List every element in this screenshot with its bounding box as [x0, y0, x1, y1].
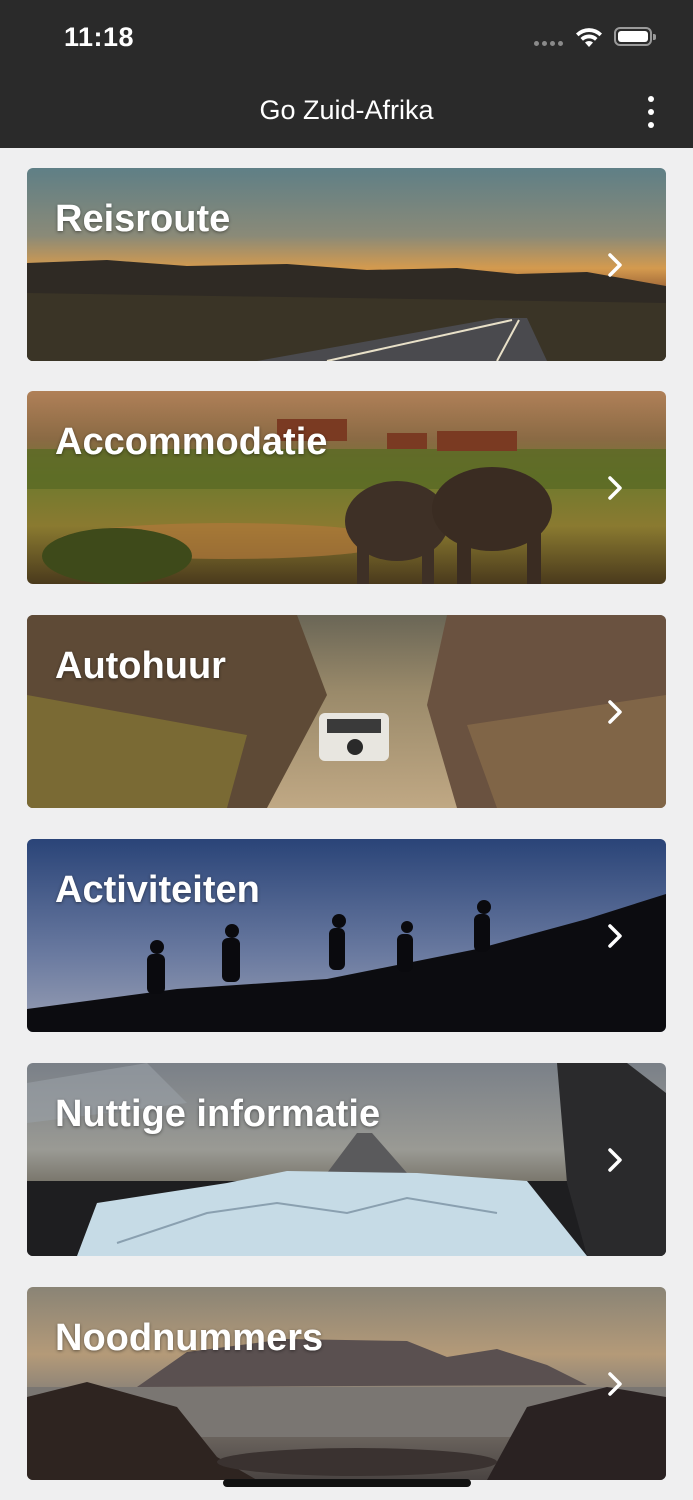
navigation-bar: Go Zuid-Afrika — [0, 80, 693, 148]
home-indicator[interactable] — [223, 1479, 471, 1487]
accommodatie-background-image — [27, 391, 666, 584]
menu-card-label: Nuttige informatie — [55, 1093, 381, 1135]
nuttige-informatie-background-image — [27, 1063, 666, 1256]
cellular-signal-icon — [534, 41, 563, 46]
autohuur-background-image — [27, 615, 666, 808]
chevron-right-icon — [608, 476, 622, 500]
noodnummers-background-image — [27, 1287, 666, 1480]
chevron-right-icon — [608, 253, 622, 277]
status-time: 11:18 — [64, 22, 135, 52]
page-title: Go Zuid-Afrika — [259, 95, 434, 125]
status-bar: 11:18 — [0, 0, 693, 80]
menu-card-label: Reisroute — [55, 198, 231, 240]
menu-card-noodnummers[interactable]: Noodnummers — [27, 1287, 666, 1480]
menu-card-label: Noodnummers — [55, 1317, 324, 1359]
menu-card-autohuur[interactable]: Autohuur — [27, 615, 666, 808]
menu-card-accommodatie[interactable]: Accommodatie — [27, 391, 666, 584]
menu-card-label: Accommodatie — [55, 421, 328, 463]
menu-card-activiteiten[interactable]: Activiteiten — [27, 839, 666, 1032]
chevron-right-icon — [608, 924, 622, 948]
battery-icon — [614, 27, 656, 46]
menu-card-label: Autohuur — [55, 645, 226, 687]
menu-card-label: Activiteiten — [55, 869, 260, 911]
menu-card-nuttige-informatie[interactable]: Nuttige informatie — [27, 1063, 666, 1256]
activiteiten-background-image — [27, 839, 666, 1032]
more-vertical-icon[interactable] — [640, 96, 662, 128]
chevron-right-icon — [608, 1372, 622, 1396]
chevron-right-icon — [608, 1148, 622, 1172]
wifi-icon — [576, 28, 602, 47]
menu-card-reisroute[interactable]: Reisroute — [27, 168, 666, 361]
reisroute-background-image — [27, 168, 666, 361]
chevron-right-icon — [608, 700, 622, 724]
